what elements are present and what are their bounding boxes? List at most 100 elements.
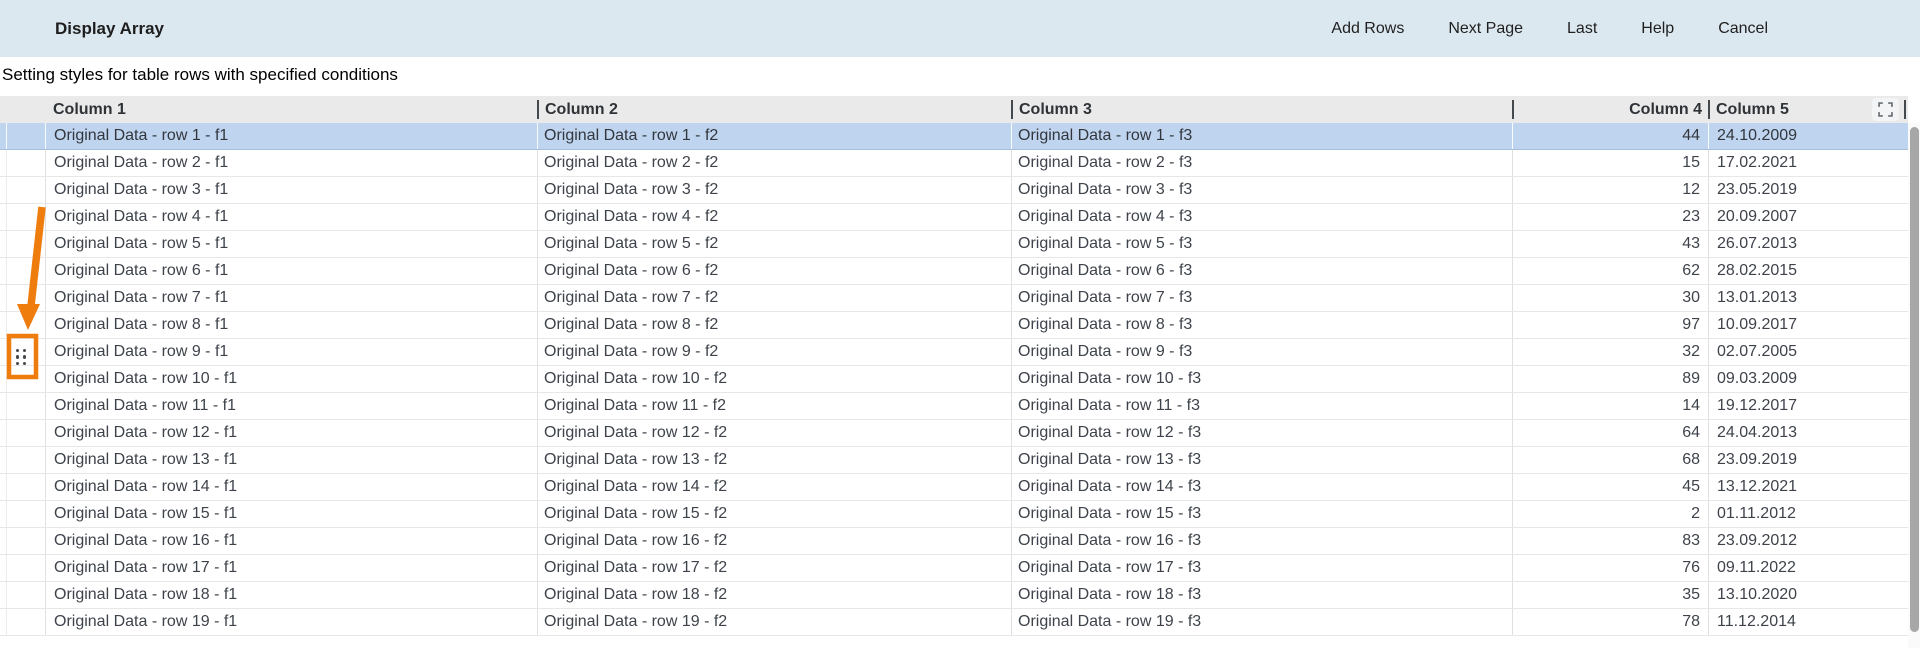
row-selector-cell[interactable] (0, 177, 45, 203)
table-row[interactable]: Original Data - row 8 - f1 Original Data… (0, 312, 1908, 339)
toolbar: Display Array Add Rows Next Page Last He… (0, 0, 1920, 57)
cell-column-5: 02.07.2005 (1708, 339, 1908, 365)
cell-column-1: Original Data - row 14 - f1 (45, 474, 537, 500)
header-end-separator (1904, 100, 1906, 119)
table-row[interactable]: Original Data - row 14 - f1 Original Dat… (0, 474, 1908, 501)
table-row[interactable]: Original Data - row 1 - f1 Original Data… (0, 123, 1908, 150)
cell-column-3: Original Data - row 11 - f3 (1011, 393, 1512, 419)
cell-column-3: Original Data - row 14 - f3 (1011, 474, 1512, 500)
cell-column-3: Original Data - row 19 - f3 (1011, 609, 1512, 635)
cancel-button[interactable]: Cancel (1718, 14, 1768, 44)
cell-column-1: Original Data - row 11 - f1 (45, 393, 537, 419)
row-selector-cell[interactable] (0, 312, 45, 338)
row-selector-cell[interactable] (0, 258, 45, 284)
cell-column-1: Original Data - row 9 - f1 (45, 339, 537, 365)
row-selector-cell[interactable] (0, 582, 45, 608)
cell-column-2: Original Data - row 5 - f2 (537, 231, 1011, 257)
row-selector-cell[interactable] (0, 555, 45, 581)
cell-column-3: Original Data - row 13 - f3 (1011, 447, 1512, 473)
cell-column-3: Original Data - row 1 - f3 (1011, 123, 1512, 149)
cell-column-2: Original Data - row 16 - f2 (537, 528, 1011, 554)
cell-column-2: Original Data - row 7 - f2 (537, 285, 1011, 311)
table-row[interactable]: Original Data - row 13 - f1 Original Dat… (0, 447, 1908, 474)
scrollbar-thumb[interactable] (1910, 127, 1919, 632)
row-selector-cell[interactable] (0, 204, 45, 230)
cell-column-2: Original Data - row 13 - f2 (537, 447, 1011, 473)
table-row[interactable]: Original Data - row 2 - f1 Original Data… (0, 150, 1908, 177)
cell-column-1: Original Data - row 15 - f1 (45, 501, 537, 527)
add-rows-button[interactable]: Add Rows (1331, 14, 1404, 44)
cell-column-2: Original Data - row 1 - f2 (537, 123, 1011, 149)
header-selector-cell[interactable] (0, 96, 45, 123)
row-selector-cell[interactable] (0, 609, 45, 635)
cell-column-1: Original Data - row 19 - f1 (45, 609, 537, 635)
vertical-scrollbar[interactable] (1908, 123, 1920, 648)
table-row[interactable]: Original Data - row 19 - f1 Original Dat… (0, 609, 1908, 636)
row-selector-cell[interactable] (0, 393, 45, 419)
table-row[interactable]: Original Data - row 11 - f1 Original Dat… (0, 393, 1908, 420)
table-row[interactable]: Original Data - row 17 - f1 Original Dat… (0, 555, 1908, 582)
cell-column-1: Original Data - row 1 - f1 (45, 123, 537, 149)
cell-column-1: Original Data - row 3 - f1 (45, 177, 537, 203)
cell-column-4: 44 (1512, 123, 1708, 149)
last-button[interactable]: Last (1567, 14, 1597, 44)
cell-column-2: Original Data - row 3 - f2 (537, 177, 1011, 203)
table-row[interactable]: Original Data - row 3 - f1 Original Data… (0, 177, 1908, 204)
cell-column-3: Original Data - row 4 - f3 (1011, 204, 1512, 230)
cell-column-2: Original Data - row 2 - f2 (537, 150, 1011, 176)
row-selector-cell[interactable] (0, 366, 45, 392)
cell-column-4: 15 (1512, 150, 1708, 176)
cell-column-4: 12 (1512, 177, 1708, 203)
cell-column-2: Original Data - row 15 - f2 (537, 501, 1011, 527)
cell-column-5: 10.09.2017 (1708, 312, 1908, 338)
cell-column-1: Original Data - row 4 - f1 (45, 204, 537, 230)
header-column-5[interactable]: Column 5 (1708, 96, 1908, 123)
row-selector-cell[interactable] (0, 123, 45, 149)
table-row[interactable]: Original Data - row 10 - f1 Original Dat… (0, 366, 1908, 393)
table-header-row: Column 1 Column 2 Column 3 Column 4 Colu… (0, 96, 1908, 123)
header-column-1[interactable]: Column 1 (45, 96, 537, 123)
cell-column-4: 43 (1512, 231, 1708, 257)
expand-table-button[interactable] (1872, 98, 1899, 121)
cell-column-3: Original Data - row 17 - f3 (1011, 555, 1512, 581)
row-selector-cell[interactable] (0, 420, 45, 446)
header-column-2[interactable]: Column 2 (537, 96, 1011, 123)
cell-column-5: 01.11.2012 (1708, 501, 1908, 527)
header-column-4[interactable]: Column 4 (1512, 96, 1708, 123)
cell-column-4: 76 (1512, 555, 1708, 581)
row-selector-cell[interactable] (0, 528, 45, 554)
header-label: Column 3 (1013, 101, 1092, 119)
table-row[interactable]: Original Data - row 12 - f1 Original Dat… (0, 420, 1908, 447)
table-row[interactable]: Original Data - row 15 - f1 Original Dat… (0, 501, 1908, 528)
row-selector-cell[interactable] (0, 150, 45, 176)
next-page-button[interactable]: Next Page (1448, 14, 1523, 44)
help-button[interactable]: Help (1641, 14, 1674, 44)
table-row[interactable]: Original Data - row 18 - f1 Original Dat… (0, 582, 1908, 609)
drag-handle-icon[interactable] (14, 347, 28, 367)
header-label: Column 2 (539, 101, 618, 119)
table-row[interactable]: Original Data - row 9 - f1 Original Data… (0, 339, 1908, 366)
cell-column-2: Original Data - row 12 - f2 (537, 420, 1011, 446)
row-selector-cell[interactable] (0, 447, 45, 473)
table-row[interactable]: Original Data - row 7 - f1 Original Data… (0, 285, 1908, 312)
table-caption: Setting styles for table rows with speci… (2, 57, 1602, 96)
row-selector-cell[interactable] (0, 501, 45, 527)
cell-column-4: 68 (1512, 447, 1708, 473)
cell-column-2: Original Data - row 8 - f2 (537, 312, 1011, 338)
toolbar-buttons: Add Rows Next Page Last Help Cancel (1287, 14, 1920, 44)
header-column-3[interactable]: Column 3 (1011, 96, 1512, 123)
cell-column-5: 17.02.2021 (1708, 150, 1908, 176)
row-selector-cell[interactable] (0, 231, 45, 257)
table-row[interactable]: Original Data - row 5 - f1 Original Data… (0, 231, 1908, 258)
row-selector-cell[interactable] (0, 285, 45, 311)
cell-column-1: Original Data - row 6 - f1 (45, 258, 537, 284)
table-row[interactable]: Original Data - row 4 - f1 Original Data… (0, 204, 1908, 231)
cell-column-3: Original Data - row 10 - f3 (1011, 366, 1512, 392)
cell-column-3: Original Data - row 3 - f3 (1011, 177, 1512, 203)
data-table: Column 1 Column 2 Column 3 Column 4 Colu… (0, 96, 1908, 636)
header-label: Column 1 (45, 101, 126, 119)
table-row[interactable]: Original Data - row 16 - f1 Original Dat… (0, 528, 1908, 555)
table-row[interactable]: Original Data - row 6 - f1 Original Data… (0, 258, 1908, 285)
cell-column-5: 23.05.2019 (1708, 177, 1908, 203)
row-selector-cell[interactable] (0, 474, 45, 500)
